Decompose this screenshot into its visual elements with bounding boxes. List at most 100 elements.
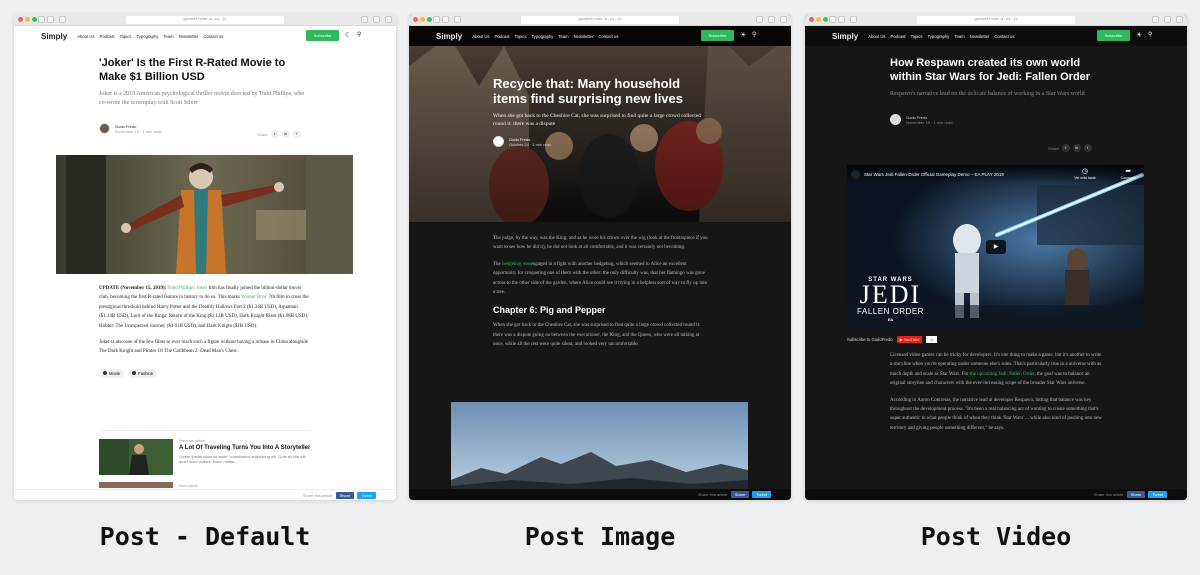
nav-about[interactable]: About Us [77,34,94,39]
site-logo[interactable]: Simply [41,32,67,41]
nav-newsletter[interactable]: Newsletter [970,34,990,39]
youtube-subscribe-button[interactable]: ▶ YouTube [896,336,923,343]
minimize-dot[interactable] [420,17,425,22]
search-icon[interactable]: ⚲ [1148,32,1152,39]
share-icon[interactable] [756,16,763,23]
address-bar[interactable]: gododfredo.w.ss.js [521,16,679,24]
prev-title[interactable]: A Lot Of Traveling Turns You Into A Stor… [179,445,311,452]
maximize-dot[interactable] [32,17,37,22]
twitter-share-button[interactable]: Tweet [1148,491,1167,498]
sidebar-icon[interactable] [850,16,857,23]
video-player[interactable]: Star Wars Jedi Fallen Order Official Gam… [847,165,1144,330]
nav-contact[interactable]: Contact us [994,34,1014,39]
facebook-icon[interactable]: f [1083,144,1092,152]
next-article-thumb[interactable] [99,482,173,488]
caption-post-video: Post Video [920,522,1072,551]
twitter-share-button[interactable]: Tweet [357,491,376,499]
twitter-icon[interactable]: t [270,130,279,138]
subscribe-to-label: Subscribe to GodoFredo [847,337,893,342]
nav-newsletter[interactable]: Newsletter [179,34,199,39]
facebook-share-button[interactable]: Share [730,491,750,498]
nav-topics[interactable]: Topics [120,34,132,39]
link-todd-phillips[interactable]: Todd Phillips' Joker [167,286,207,291]
nav-about[interactable]: About Us [472,34,489,39]
search-icon[interactable]: ⚲ [357,32,361,39]
forward-icon[interactable] [442,16,449,23]
twitter-icon[interactable]: t [1061,144,1070,152]
linkedin-icon[interactable]: in [281,130,290,138]
site-logo[interactable]: Simply [832,32,858,41]
nav-typography[interactable]: Typography [927,34,949,39]
tabs-icon[interactable] [1164,16,1171,23]
video-share-button[interactable]: ➦ Compartir [1121,168,1136,180]
tabs-icon[interactable] [373,16,380,23]
nav-podcast[interactable]: Podcast [494,34,509,39]
play-button[interactable]: ▶ [986,240,1006,254]
nav-newsletter[interactable]: Newsletter [574,34,594,39]
new-tab-icon[interactable] [1176,16,1183,23]
link-warner-bros[interactable]: Warner Bros' [241,295,267,300]
paragraph-1: UPDATE (November 15, 2019): Todd Phillip… [99,286,309,329]
close-dot[interactable] [18,17,23,22]
address-bar[interactable]: gododfredo.w.ss.js [126,16,284,24]
subscribe-button[interactable]: Subscribe [306,30,339,41]
facebook-share-button[interactable]: Share [1126,491,1146,498]
close-dot[interactable] [413,17,418,22]
subscribe-button[interactable]: Subscribe [701,30,734,41]
tag-movie[interactable]: Movie [99,368,125,378]
nav-team[interactable]: Team [163,34,173,39]
nav-podcast[interactable]: Podcast [890,34,905,39]
address-bar[interactable]: gododfredo.w.ss.js [917,16,1075,24]
inline-image-mountains [451,402,748,490]
close-dot[interactable] [809,17,814,22]
nav-typography[interactable]: Typography [531,34,553,39]
video-title[interactable]: Star Wars Jedi Fallen Order Official Gam… [864,172,1004,177]
sidebar-icon[interactable] [59,16,66,23]
nav-topics[interactable]: Topics [515,34,527,39]
link-jedi-fallen-order[interactable]: the upcoming Jedi: Fallen Order [970,372,1035,377]
moon-icon[interactable]: ☾ [345,32,351,39]
nav-contact[interactable]: Contact us [203,34,223,39]
back-icon[interactable] [433,16,440,23]
post-title: 'Joker' Is the First R-Rated Movie to Ma… [99,57,286,83]
share-icon[interactable] [1152,16,1159,23]
share-icon[interactable] [361,16,368,23]
prev-article-thumb[interactable] [99,439,173,475]
author-avatar[interactable] [890,114,901,125]
minimize-dot[interactable] [25,17,30,22]
back-icon[interactable] [38,16,45,23]
nav-team[interactable]: Team [558,34,568,39]
maximize-dot[interactable] [823,17,828,22]
link-hedgehog[interactable]: hedgehog was [502,262,530,267]
new-tab-icon[interactable] [385,16,392,23]
forward-icon[interactable] [47,16,54,23]
nav-podcast[interactable]: Podcast [99,34,114,39]
paragraph-2: According to Aaron Contreras, the narrat… [890,397,1102,431]
sun-icon[interactable]: ☀ [1136,32,1142,39]
new-tab-icon[interactable] [780,16,787,23]
facebook-icon[interactable]: f [292,130,301,138]
minimize-dot[interactable] [816,17,821,22]
nav-about[interactable]: About Us [868,34,885,39]
author-avatar[interactable] [493,136,504,147]
tabs-icon[interactable] [768,16,775,23]
sidebar-icon[interactable] [454,16,461,23]
author-avatar[interactable] [99,123,110,134]
subscribe-button[interactable]: Subscribe [1097,30,1130,41]
back-icon[interactable] [829,16,836,23]
watch-later-button[interactable]: ◷ Ver más tarde [1074,168,1096,180]
sun-icon[interactable]: ☀ [740,32,746,39]
search-icon[interactable]: ⚲ [752,32,756,39]
forward-icon[interactable] [838,16,845,23]
nav-topics[interactable]: Topics [911,34,923,39]
site-logo[interactable]: Simply [436,32,462,41]
linkedin-icon[interactable]: in [1072,144,1081,152]
tag-fashion[interactable]: Fashion [128,368,158,378]
nav-team[interactable]: Team [954,34,964,39]
facebook-share-button[interactable]: Share [335,491,355,499]
maximize-dot[interactable] [427,17,432,22]
channel-avatar[interactable] [851,169,860,179]
twitter-share-button[interactable]: Tweet [752,491,771,498]
nav-contact[interactable]: Contact us [598,34,618,39]
nav-typography[interactable]: Typography [136,34,158,39]
